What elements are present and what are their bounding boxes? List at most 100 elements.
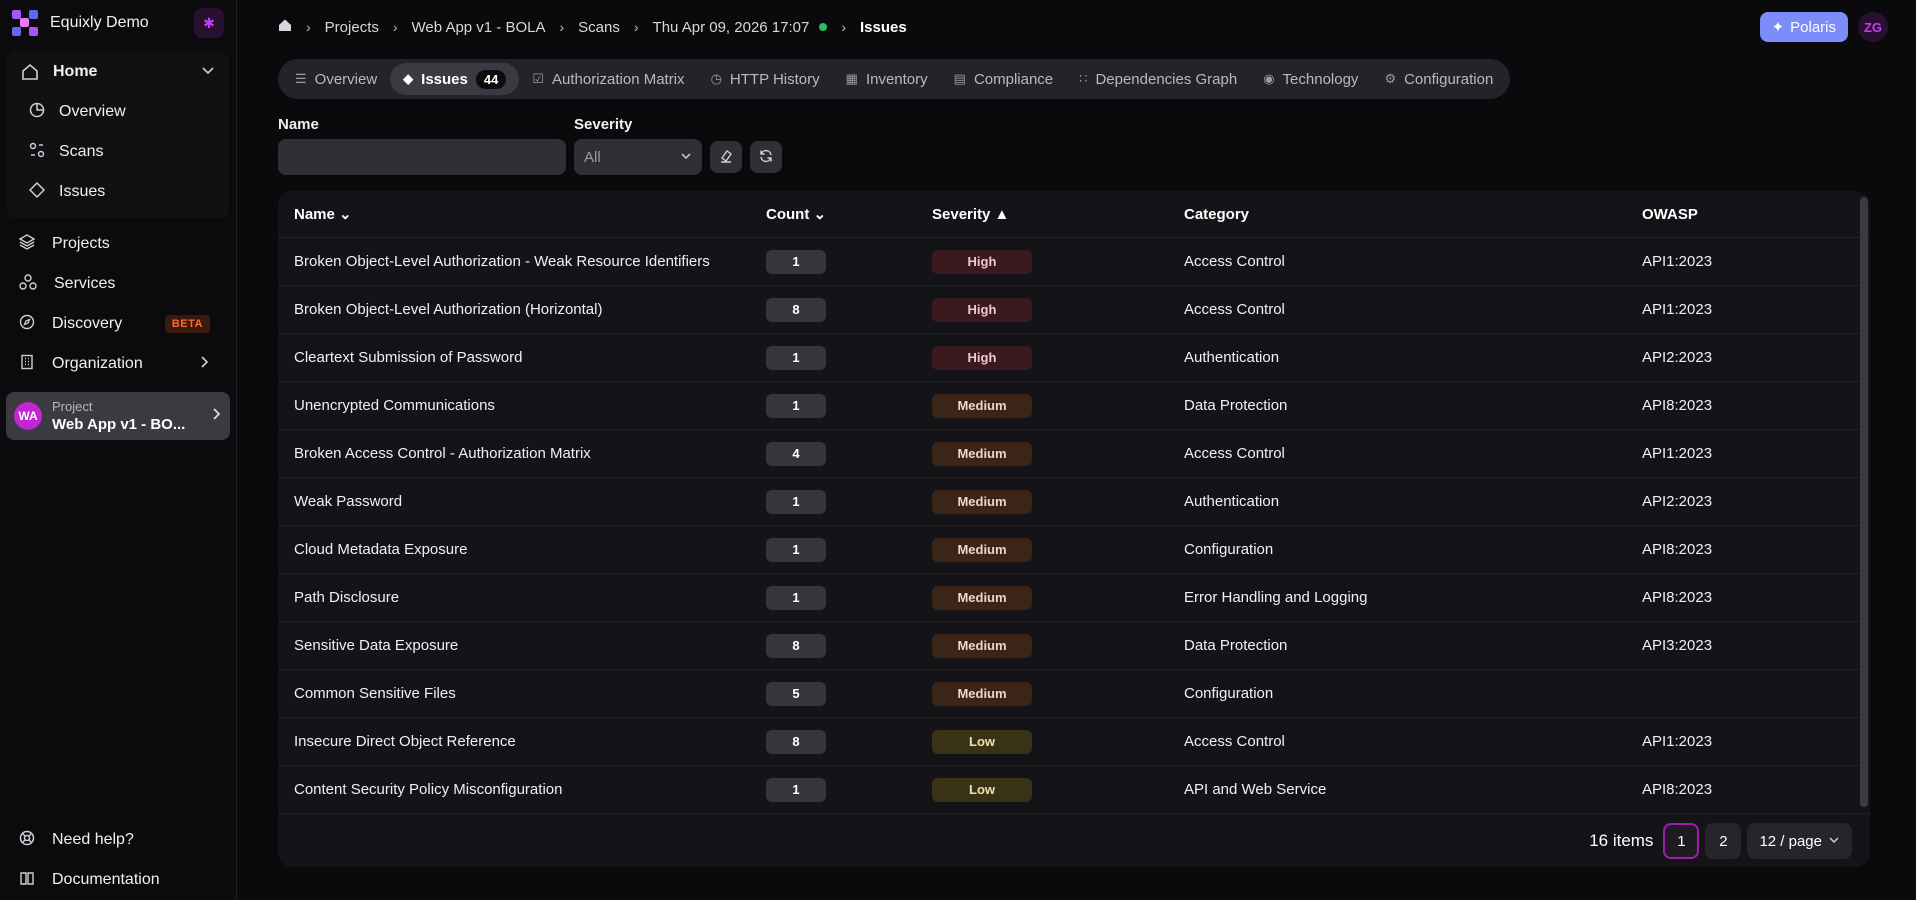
col-category-header: Category <box>1184 206 1642 223</box>
chevron-down-icon <box>680 149 692 166</box>
severity-badge: Medium <box>932 393 1032 418</box>
home-icon[interactable] <box>278 18 292 36</box>
tab-http-history[interactable]: ◷ HTTP History <box>698 63 833 95</box>
clear-filters-button[interactable] <box>710 141 742 173</box>
cpu-icon: ◉ <box>1263 71 1275 86</box>
tab-dependencies-graph[interactable]: ∷ Dependencies Graph <box>1066 63 1250 95</box>
cell-category: Access Control <box>1184 445 1285 462</box>
col-count-header[interactable]: Count ⌄ <box>766 205 932 223</box>
cell-severity: Medium <box>932 441 1184 466</box>
pin-icon[interactable]: ✱ <box>194 8 224 38</box>
nav-issues[interactable]: Issues <box>7 172 229 212</box>
page-1-button[interactable]: 1 <box>1663 823 1700 859</box>
pie-chart-icon <box>29 102 45 123</box>
nav-documentation[interactable]: Documentation <box>0 860 236 900</box>
tab-issues[interactable]: ◆ Issues 44 <box>390 63 520 95</box>
table-row[interactable]: Cleartext Submission of Password 1 High Aut… <box>278 334 1870 382</box>
home-icon <box>21 63 39 81</box>
tab-compliance[interactable]: ▤ Compliance <box>941 63 1067 95</box>
cell-severity: High <box>932 345 1184 370</box>
nav-projects[interactable]: Projects <box>0 224 236 264</box>
breadcrumb-projects[interactable]: Projects <box>325 19 379 36</box>
table-row[interactable]: Broken Access Control - Authorization Ma… <box>278 430 1870 478</box>
equixly-logo-icon <box>12 10 38 36</box>
chevron-right-icon[interactable] <box>198 355 210 374</box>
severity-badge: Medium <box>932 489 1032 514</box>
project-avatar: WA <box>14 402 42 430</box>
refresh-button[interactable] <box>750 141 782 173</box>
table-row[interactable]: Content Security Policy Misconfiguration… <box>278 766 1870 814</box>
count-pill: 1 <box>766 777 826 802</box>
table-row[interactable]: Common Sensitive Files 5 Medium Configurati… <box>278 670 1870 718</box>
user-avatar[interactable]: ZG <box>1858 12 1888 42</box>
severity-select[interactable]: All <box>574 139 702 175</box>
chevron-right-icon <box>210 407 222 426</box>
services-icon <box>19 273 37 295</box>
cell-name: Unencrypted Communications <box>294 397 495 414</box>
current-project-card[interactable]: WA Project Web App v1 - BO... <box>6 392 230 440</box>
name-filter-label: Name <box>278 116 319 133</box>
eraser-icon <box>719 149 733 166</box>
nav-organization[interactable]: Organization <box>0 344 236 384</box>
tab-technology[interactable]: ◉ Technology <box>1250 63 1371 95</box>
compass-icon <box>19 314 35 335</box>
cell-name: Broken Object-Level Authorization - Weak… <box>294 253 710 270</box>
table-row[interactable]: Broken Object-Level Authorization - Weak… <box>278 238 1870 286</box>
pagination: 16 items 1 2 12 / page <box>1589 823 1852 859</box>
count-pill: 1 <box>766 537 826 562</box>
severity-badge: High <box>932 249 1032 274</box>
nav-projects-label: Projects <box>52 235 110 252</box>
breadcrumb-scans[interactable]: Scans <box>578 19 620 36</box>
cell-owasp: API8:2023 <box>1642 397 1713 414</box>
tab-authorization-matrix[interactable]: ☑ Authorization Matrix <box>519 63 697 95</box>
cell-name: Common Sensitive Files <box>294 685 456 702</box>
page-2-button[interactable]: 2 <box>1705 823 1742 859</box>
severity-badge: Medium <box>932 681 1032 706</box>
chevron-down-icon[interactable] <box>201 63 215 82</box>
issues-icon: ◆ <box>403 71 414 86</box>
nav-issues-label: Issues <box>59 183 106 200</box>
cell-count: 1 <box>766 585 932 610</box>
severity-badge: High <box>932 297 1032 322</box>
breadcrumb-project[interactable]: Web App v1 - BOLA <box>412 19 546 36</box>
nav-scans[interactable]: Scans <box>7 132 229 172</box>
table-row[interactable]: Unencrypted Communications 1 Medium Data Pr… <box>278 382 1870 430</box>
table-row[interactable]: Weak Password 1 Medium Authentication API2:2… <box>278 478 1870 526</box>
chevron-down-icon <box>1828 833 1840 850</box>
nav-overview[interactable]: Overview <box>7 92 229 132</box>
tab-configuration[interactable]: ⚙ Configuration <box>1371 63 1506 95</box>
tab-label: Inventory <box>865 70 928 88</box>
polaris-button[interactable]: ✦ Polaris <box>1759 12 1848 42</box>
count-pill: 8 <box>766 729 826 754</box>
tab-inventory[interactable]: ▦ Inventory <box>833 63 941 95</box>
cell-name: Content Security Policy Misconfiguration <box>294 781 563 798</box>
count-pill: 1 <box>766 489 826 514</box>
nav-discovery[interactable]: Discovery BETA <box>0 304 236 344</box>
nav-home[interactable]: Home <box>7 52 229 92</box>
tab-label: Overview <box>314 70 378 88</box>
table-row[interactable]: Sensitive Data Exposure 8 Medium Data Prote… <box>278 622 1870 670</box>
cell-owasp: API8:2023 <box>1642 781 1713 798</box>
page-size-select[interactable]: 12 / page <box>1747 823 1852 859</box>
breadcrumb-scan[interactable]: Thu Apr 09, 2026 17:07 <box>653 19 810 36</box>
nav-services[interactable]: Services <box>0 264 236 304</box>
tab-label: Compliance <box>973 70 1054 88</box>
nav-help[interactable]: Need help? <box>0 820 236 860</box>
table-row[interactable]: Path Disclosure 1 Medium Error Handling and… <box>278 574 1870 622</box>
cell-name: Cloud Metadata Exposure <box>294 541 468 558</box>
scans-icon <box>29 142 45 163</box>
table-row[interactable]: Insecure Direct Object Reference 8 Low Acce… <box>278 718 1870 766</box>
severity-badge: Medium <box>932 537 1032 562</box>
tab-overview[interactable]: ☰ Overview <box>282 63 390 95</box>
count-pill: 1 <box>766 249 826 274</box>
table-row[interactable]: Cloud Metadata Exposure 1 Medium Configurat… <box>278 526 1870 574</box>
table-row[interactable]: Broken Object-Level Authorization (Horiz… <box>278 286 1870 334</box>
project-card-name: Web App v1 - BO... <box>52 416 186 433</box>
table-scrollbar[interactable] <box>1860 197 1868 807</box>
cell-severity: Medium <box>932 393 1184 418</box>
severity-badge: Low <box>932 729 1032 754</box>
col-severity-header[interactable]: Severity ▲ <box>932 206 1184 223</box>
cell-owasp: API3:2023 <box>1642 637 1713 654</box>
col-name-header[interactable]: Name ⌄ <box>278 205 766 223</box>
name-filter-input[interactable] <box>278 139 566 175</box>
